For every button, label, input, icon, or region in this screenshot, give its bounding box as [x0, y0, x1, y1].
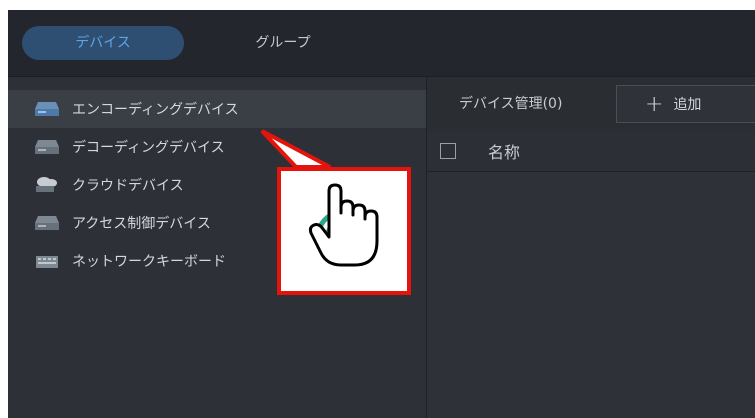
decoder-device-icon: [35, 140, 59, 154]
access-control-device-icon: [35, 216, 59, 230]
tap-callout-box: [277, 167, 411, 295]
sidebar-item-label: エンコーディングデバイス: [72, 102, 239, 118]
tab-devices[interactable]: デバイス: [22, 26, 184, 60]
add-device-button[interactable]: + 追加: [616, 85, 755, 123]
tap-hand-icon: [308, 183, 379, 267]
tab-groups[interactable]: グループ: [228, 26, 338, 60]
sidebar-item-encoding-device[interactable]: エンコーディングデバイス: [8, 90, 426, 128]
sidebar-item-label: クラウドデバイス: [72, 178, 184, 194]
encoder-device-icon: [35, 102, 59, 116]
column-header-name: 名称: [488, 143, 521, 162]
sidebar-item-decoding-device[interactable]: デコーディングデバイス: [8, 128, 426, 166]
device-management-title: デバイス管理(0): [459, 96, 563, 112]
add-button-label: 追加: [673, 97, 702, 113]
network-keyboard-icon: [36, 256, 58, 268]
device-table-header: 名称: [427, 131, 755, 172]
sidebar-item-label: デコーディングデバイス: [72, 140, 225, 156]
sidebar-item-label: アクセス制御デバイス: [72, 216, 211, 232]
cloud-device-icon: [36, 177, 57, 192]
tab-bar: デバイス グループ: [8, 10, 755, 77]
panel-header: デバイス管理(0) + 追加: [427, 77, 755, 132]
device-management-panel: デバイス管理(0) + 追加 名称: [427, 77, 755, 418]
select-all-checkbox[interactable]: [440, 143, 456, 159]
sidebar-item-label: ネットワークキーボード: [72, 254, 226, 270]
plus-icon: +: [645, 91, 664, 117]
